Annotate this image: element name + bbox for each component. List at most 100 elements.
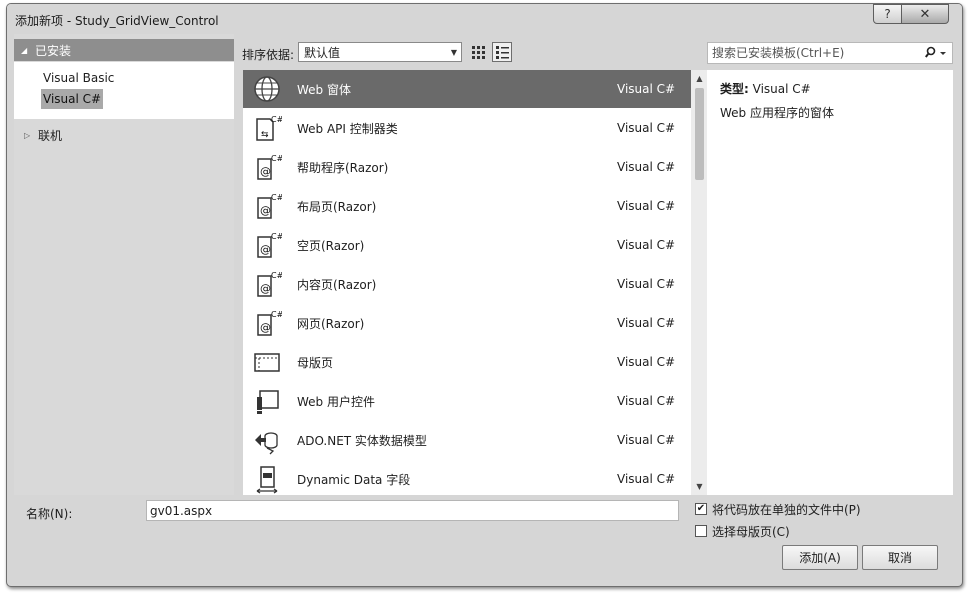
svg-text:⇆: ⇆ [261,130,269,140]
separate-code-file-option[interactable]: ✔ 将代码放在单独的文件中(P) [695,500,861,518]
razor-icon: C#@ [251,307,283,339]
template-language: Visual C# [617,394,676,408]
window-title: 添加新项 - Study_GridView_Control [15,14,219,28]
search-input[interactable] [712,46,912,60]
tree-node-online[interactable]: ▷ 联机 [24,126,62,146]
svg-text:@: @ [260,243,271,256]
web-form-icon [251,73,283,105]
dialog-body: ◢ 已安装 Visual Basic Visual C# ▷ 联机 排序依据: … [14,34,955,495]
template-name: 布局页(Razor) [297,199,377,214]
help-button[interactable]: ? [873,4,902,24]
template-language: Visual C# [617,121,676,135]
template-item[interactable]: Web 用户控件 Visual C# [243,382,691,420]
template-list-scrollbar[interactable]: ▲ ▼ [691,70,708,495]
razor-icon: C#@ [251,151,283,183]
template-item[interactable]: C#@ 内容页(Razor) Visual C# [243,265,691,303]
template-name: Dynamic Data 字段 [297,472,411,487]
razor-icon: C#@ [251,229,283,261]
checkbox-label: 将代码放在单独的文件中(P) [712,502,861,517]
razor-icon: C#@ [251,268,283,300]
svg-text:C#: C# [271,154,282,163]
scroll-down-arrow-icon[interactable]: ▼ [691,478,708,495]
user-control-icon [251,385,283,417]
template-item[interactable]: C#@ 网页(Razor) Visual C# [243,304,691,342]
template-description: Web 应用程序的窗体 [720,106,834,120]
tree-subitems: Visual Basic Visual C# [14,62,234,119]
svg-text:C#: C# [271,232,282,241]
search-icon [925,46,946,58]
template-language: Visual C# [617,355,676,369]
tree-node-label: 已安装 [35,43,72,58]
template-item[interactable]: ADO.NET 实体数据模型 Visual C# [243,421,691,459]
search-button[interactable] [922,45,950,61]
entity-model-icon [251,424,283,456]
name-label: 名称(N): [26,507,73,521]
grid-view-icon [472,46,485,59]
sort-by-value: 默认值 [304,45,341,60]
template-language: Visual C# [617,238,676,252]
template-language: Visual C# [617,82,676,96]
tree-node-installed[interactable]: ◢ 已安装 [14,39,234,61]
expand-arrow-icon[interactable]: ◢ [21,46,31,55]
svg-text:@: @ [260,321,271,334]
webapi-controller-icon: C#⇆ [251,112,283,144]
svg-text:C#: C# [271,271,282,280]
tree-item-visual-csharp[interactable]: Visual C# [41,89,104,109]
template-name: Web API 控制器类 [297,121,398,136]
type-value: Visual C# [752,82,811,96]
template-list: Web 窗体 Visual C# C#⇆ Web API 控制器类 Visual… [243,70,691,495]
tree-item-visual-basic[interactable]: Visual Basic [41,68,116,88]
template-name: 帮助程序(Razor) [297,160,389,175]
cancel-button[interactable]: 取消 [862,545,938,570]
template-language: Visual C# [617,433,676,447]
category-tree: ◢ 已安装 Visual Basic Visual C# ▷ 联机 [14,34,234,495]
master-page-icon [251,346,283,378]
checkbox-checked[interactable]: ✔ [695,503,707,515]
template-item[interactable]: C#@ 布局页(Razor) Visual C# [243,187,691,225]
name-input[interactable] [146,500,679,521]
template-type: 类型: Visual C# [720,80,811,97]
template-item[interactable]: C#@ 帮助程序(Razor) Visual C# [243,148,691,186]
template-name: 空页(Razor) [297,238,365,253]
svg-text:C#: C# [271,193,282,202]
add-new-item-dialog: 添加新项 - Study_GridView_Control ? ✕ ◢ 已安装 … [6,3,963,587]
template-item[interactable]: C#@ 空页(Razor) Visual C# [243,226,691,264]
razor-icon: C#@ [251,190,283,222]
search-box [707,42,953,64]
scroll-up-arrow-icon[interactable]: ▲ [691,70,708,87]
sort-by-select[interactable]: 默认值 ▼ [298,42,462,62]
checkbox-label: 选择母版页(C) [712,524,790,539]
chevron-down-icon: ▼ [450,47,458,57]
dynamic-data-icon [251,463,283,495]
svg-text:@: @ [260,282,271,295]
close-button[interactable]: ✕ [901,4,949,24]
scrollbar-thumb[interactable] [695,88,704,180]
grid-view-button[interactable] [468,42,488,62]
template-name: Web 用户控件 [297,394,375,409]
template-name: 内容页(Razor) [297,277,377,292]
title-bar: 添加新项 - Study_GridView_Control ? ✕ [7,4,962,34]
template-item[interactable]: 母版页 Visual C# [243,343,691,381]
add-button[interactable]: 添加(A) [782,545,858,570]
tree-node-label: 联机 [38,129,63,143]
select-master-page-option[interactable]: 选择母版页(C) [695,522,790,540]
svg-text:C#: C# [271,115,282,124]
template-details: 类型: Visual C# Web 应用程序的窗体 [707,70,953,495]
checkbox-unchecked[interactable] [695,525,707,537]
template-language: Visual C# [617,277,676,291]
template-language: Visual C# [617,160,676,174]
type-label: 类型: [720,82,749,96]
template-language: Visual C# [617,199,676,213]
svg-text:@: @ [260,165,271,178]
template-language: Visual C# [617,316,676,330]
template-item[interactable]: C#⇆ Web API 控制器类 Visual C# [243,109,691,147]
template-item[interactable]: Web 窗体 Visual C# [243,70,691,108]
collapse-arrow-icon[interactable]: ▷ [24,126,36,146]
template-name: 网页(Razor) [297,316,365,331]
list-view-button[interactable] [492,42,512,62]
template-language: Visual C# [617,472,676,486]
svg-text:C#: C# [271,310,282,319]
svg-text:@: @ [260,204,271,217]
sort-by-label: 排序依据: [242,48,295,62]
template-item[interactable]: Dynamic Data 字段 Visual C# [243,460,691,495]
